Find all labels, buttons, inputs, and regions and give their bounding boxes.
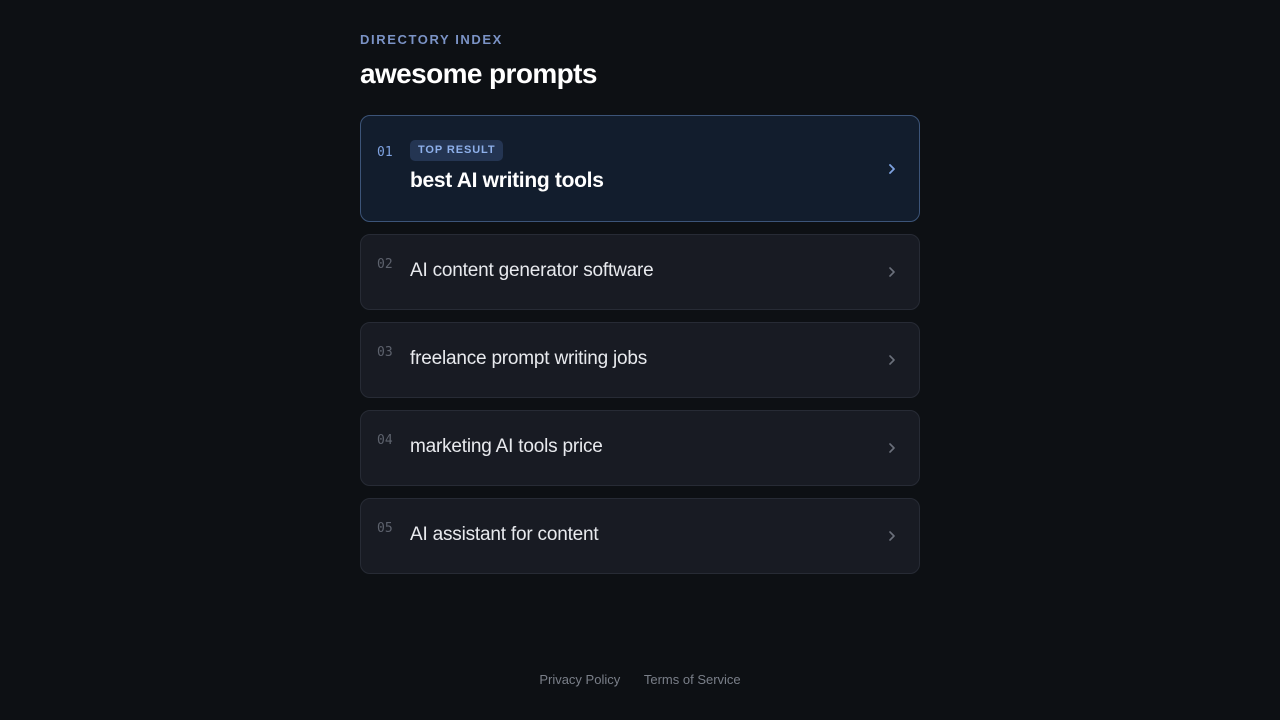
result-item-04[interactable]: 04 marketing AI tools price (360, 410, 920, 486)
result-number: 01 (377, 145, 393, 160)
result-number: 04 (377, 433, 393, 448)
section-eyebrow: DIRECTORY INDEX (360, 32, 503, 47)
page: DIRECTORY INDEX awesome prompts 01 TOP R… (0, 0, 1280, 720)
result-label: freelance prompt writing jobs (410, 348, 648, 369)
result-number: 02 (377, 257, 393, 272)
results-list: 01 TOP RESULT best AI writing tools 02 A… (360, 115, 920, 586)
terms-of-service-link[interactable]: Terms of Service (644, 672, 741, 687)
result-number: 05 (377, 521, 393, 536)
chevron-right-icon (885, 162, 899, 176)
result-label: AI content generator software (410, 260, 654, 281)
result-number: 03 (377, 345, 393, 360)
chevron-right-icon (885, 265, 899, 279)
result-label: AI assistant for content (410, 524, 599, 545)
result-item-05[interactable]: 05 AI assistant for content (360, 498, 920, 574)
privacy-policy-link[interactable]: Privacy Policy (539, 672, 620, 687)
page-title: awesome prompts (360, 58, 597, 89)
result-item-03[interactable]: 03 freelance prompt writing jobs (360, 322, 920, 398)
result-label: best AI writing tools (410, 169, 604, 192)
result-item-02[interactable]: 02 AI content generator software (360, 234, 920, 310)
result-label: marketing AI tools price (410, 436, 603, 457)
chevron-right-icon (885, 529, 899, 543)
top-result-badge: TOP RESULT (410, 140, 504, 161)
footer: Privacy Policy Terms of Service (0, 672, 1280, 687)
result-item-01[interactable]: 01 TOP RESULT best AI writing tools (360, 115, 920, 222)
chevron-right-icon (885, 441, 899, 455)
chevron-right-icon (885, 353, 899, 367)
